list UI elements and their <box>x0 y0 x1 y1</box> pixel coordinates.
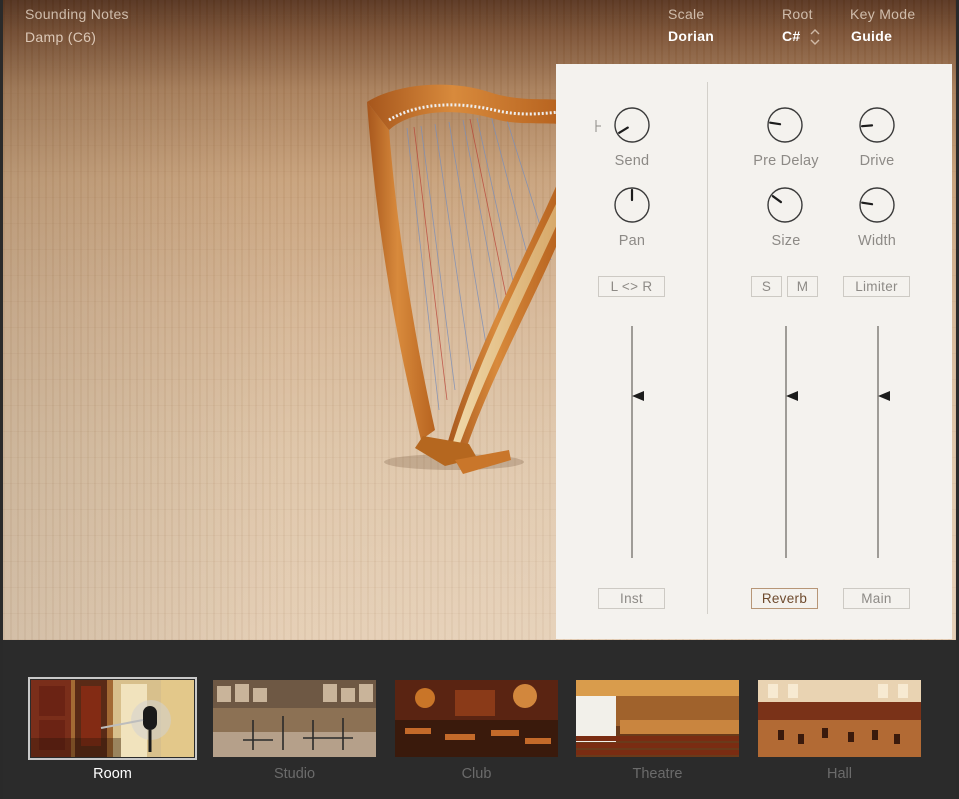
preset-title: Sounding Notes <box>25 6 129 22</box>
limiter-button[interactable]: Limiter <box>843 276 910 297</box>
room-thumbnail-studio[interactable] <box>213 680 376 757</box>
reverb-fader-thumb[interactable] <box>786 390 798 401</box>
pan-label: Pan <box>618 233 646 249</box>
drive-label: Drive <box>859 153 895 169</box>
send-label: Send <box>614 153 650 169</box>
room-label-club[interactable]: Club <box>395 766 558 782</box>
size-knob[interactable] <box>766 186 804 224</box>
preset-subtitle[interactable]: Damp (C6) <box>25 29 96 45</box>
inst-fader-thumb[interactable] <box>632 390 644 401</box>
pan-knob[interactable] <box>613 186 651 224</box>
room-label-studio[interactable]: Studio <box>213 766 376 782</box>
room-label-hall[interactable]: Hall <box>758 766 921 782</box>
pre-delay-knob[interactable] <box>766 106 804 144</box>
room-label-theatre[interactable]: Theatre <box>576 766 739 782</box>
reverb-fader-track[interactable] <box>785 326 787 558</box>
lr-swap-button[interactable]: L <> R <box>598 276 665 297</box>
main-fader-thumb[interactable] <box>878 390 890 401</box>
width-label: Width <box>857 233 897 249</box>
root-value[interactable]: C# <box>782 28 801 44</box>
inst-channel-button[interactable]: Inst <box>598 588 665 609</box>
drive-knob[interactable] <box>858 106 896 144</box>
room-thumbnail-hall[interactable] <box>758 680 921 757</box>
mixer-divider <box>707 82 708 614</box>
key-mode-value[interactable]: Guide <box>851 28 892 44</box>
room-label-room[interactable]: Room <box>31 766 194 782</box>
send-knob[interactable] <box>613 106 651 144</box>
key-mode-label: Key Mode <box>850 6 916 22</box>
inst-fader-track[interactable] <box>631 326 633 558</box>
stepper-arrows-icon[interactable] <box>809 26 821 48</box>
room-thumbnail-theatre[interactable] <box>576 680 739 757</box>
send-marker-icon <box>595 120 601 132</box>
scale-label: Scale <box>668 6 705 22</box>
harp-icon <box>367 84 560 474</box>
root-label: Root <box>782 6 813 22</box>
reverb-channel-button[interactable]: Reverb <box>751 588 818 609</box>
room-selector: Room Studio Club Theatre Hall <box>3 640 956 799</box>
mixer-panel: Send Pan L <> R Inst Pre Delay Size S M … <box>556 64 952 639</box>
width-knob[interactable] <box>858 186 896 224</box>
main-fader-track[interactable] <box>877 326 879 558</box>
scale-value[interactable]: Dorian <box>668 28 714 44</box>
room-thumbnail-room[interactable] <box>28 677 197 760</box>
mute-button[interactable]: M <box>787 276 818 297</box>
solo-button[interactable]: S <box>751 276 782 297</box>
room-thumbnail-club[interactable] <box>395 680 558 757</box>
main-channel-button[interactable]: Main <box>843 588 910 609</box>
